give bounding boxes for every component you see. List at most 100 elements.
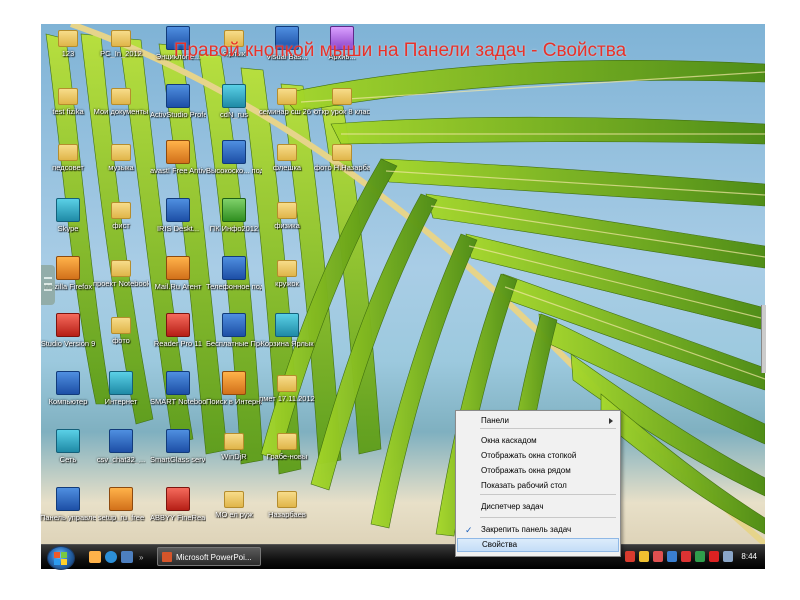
desktop-icon[interactable]: setup_ru_free (93, 487, 149, 522)
chevron-right-icon[interactable]: » (139, 553, 145, 562)
desktop-icon[interactable]: Бесплатные Программ... (206, 313, 262, 348)
desktop-icon[interactable]: МО ел руж (206, 487, 262, 519)
desktop-icon-label: проект Notebook (93, 279, 149, 288)
application-icon (222, 198, 246, 222)
desktop-icon-label: SmartGlass server (150, 455, 206, 464)
show-desktop-icon[interactable] (121, 551, 133, 563)
desktop-icon[interactable]: Назарбаев (259, 487, 315, 519)
desktop-icon[interactable]: Reader Pro 11 (150, 313, 206, 348)
windows-logo-icon (54, 559, 60, 565)
desktop-icon[interactable]: SMART Notebook 10 (150, 371, 206, 406)
desktop-icon[interactable]: фото Н.Назарба... (314, 140, 370, 172)
tray-icon[interactable] (709, 551, 719, 562)
desktop-icon[interactable]: пмет 17.11.2012 (259, 371, 315, 403)
desktop-icon-label: IRIS Deskt... (156, 224, 200, 233)
desktop-icon[interactable]: фото (93, 313, 149, 345)
folder-icon (332, 144, 352, 161)
desktop-icon[interactable]: avast! Free Antivirus (150, 140, 206, 175)
desktop-icon[interactable]: семинар сш 26 О ИВТ 20... (259, 84, 315, 116)
desktop-icon[interactable]: Компьютер (40, 371, 96, 406)
menu-item[interactable]: Диспетчер задач (457, 500, 619, 514)
desktop-icon[interactable]: test fizika (40, 84, 96, 116)
desktop-icon[interactable]: Корзина Ярлык (259, 313, 315, 348)
menu-item-label: Отображать окна рядом (481, 466, 571, 475)
taskbar-window-button[interactable]: Microsoft PowerPoi... (157, 547, 261, 566)
folder-icon (224, 433, 244, 450)
menu-item[interactable]: Окна каскадом (457, 434, 619, 448)
tray-icon[interactable] (667, 551, 677, 562)
desktop-icon-label: SMART Notebook 10 (150, 397, 206, 406)
menu-separator (480, 494, 616, 495)
ie-icon[interactable] (105, 551, 117, 563)
tray-icon[interactable] (653, 551, 663, 562)
clock[interactable]: 8:44 (741, 545, 757, 569)
desktop-icon-label: ABBYY FineReade... (150, 513, 206, 522)
quicklaunch-icon[interactable] (89, 551, 101, 563)
speaker-icon[interactable] (723, 551, 733, 562)
menu-item[interactable]: ✓ Закрепить панель задач (457, 523, 619, 537)
desktop-icon[interactable]: физика (259, 198, 315, 230)
sidebar-handle[interactable] (41, 265, 55, 305)
desktop-icon[interactable]: Грабе-новы (259, 429, 315, 461)
application-icon (222, 140, 246, 164)
desktop-icon-label: музыка (108, 163, 134, 172)
desktop-icon[interactable]: ActivStudio Professio... (150, 84, 206, 119)
menu-item-label: Отображать окна стопкой (481, 451, 577, 460)
menu-item[interactable]: Свойства (457, 538, 619, 552)
desktop-icon[interactable]: ПК Инфо2012 (206, 198, 262, 233)
desktop-icon-label: педсовет (52, 163, 84, 172)
desktop-icon[interactable]: музыка (93, 140, 149, 172)
desktop-icon[interactable]: Высокоско... подключе... (206, 140, 262, 175)
desktop-icon[interactable]: Интернет (93, 371, 149, 406)
desktop-icon-label: Телефонное подключе... (206, 282, 262, 291)
windows-logo-icon (54, 552, 60, 558)
desktop-icon-label: флешка (272, 163, 302, 172)
desktop-icon[interactable]: Studio Version 9 (40, 313, 96, 348)
desktop-icon[interactable]: Skype (40, 198, 96, 233)
desktop-icon[interactable]: откр урок 8 класс 201... (314, 84, 370, 116)
menu-separator (480, 517, 616, 518)
desktop-icon-label: фото Н.Назарба... (314, 163, 370, 172)
tray-icon[interactable] (639, 551, 649, 562)
desktop-icon[interactable]: csv_chat32_... (93, 429, 149, 464)
desktop-icon-label: ActivStudio Professio... (150, 110, 206, 119)
taskbar[interactable]: » Microsoft PowerPoi... 8:44 (41, 544, 765, 570)
desktop-icon-label: Mail.Ru Агент (154, 282, 202, 291)
desktop-icon-label: Reader Pro 11 (153, 339, 203, 348)
grip-line (44, 277, 52, 279)
desktop-icon[interactable]: проект Notebook (93, 256, 149, 288)
desktop-icon[interactable]: Телефонное подключе... (206, 256, 262, 291)
desktop-icon[interactable]: SmartGlass server (150, 429, 206, 464)
tray-icon[interactable] (681, 551, 691, 562)
desktop-icon[interactable]: Поиск в Интернете (206, 371, 262, 406)
menu-item-label: Панели (481, 416, 509, 425)
desktop-icon[interactable]: Панель управления (40, 487, 96, 522)
desktop-icon-label: Skype (57, 224, 79, 233)
desktop-icon[interactable]: ABBYY FineReade... (150, 487, 206, 522)
menu-item[interactable]: Панели (457, 414, 619, 428)
desktop-icon-label: кружок (275, 279, 299, 288)
desktop-icon-label: физика (274, 221, 300, 230)
desktop-icon[interactable]: Мои документы (93, 84, 149, 116)
tray-icon[interactable] (625, 551, 635, 562)
start-button[interactable] (47, 546, 75, 570)
menu-item[interactable]: Показать рабочий стол (457, 479, 619, 493)
desktop-icon[interactable]: cdN_rus (206, 84, 262, 119)
desktop-icon[interactable]: педсовет (40, 140, 96, 172)
desktop-icon[interactable]: флешка (259, 140, 315, 172)
folder-icon (277, 88, 297, 105)
menu-item[interactable]: Отображать окна рядом (457, 464, 619, 478)
right-edge-handle[interactable] (761, 305, 766, 373)
desktop-icon[interactable]: фист (93, 198, 149, 230)
desktop-icon[interactable]: кружок (259, 256, 315, 288)
desktop-icon[interactable]: Mail.Ru Агент (150, 256, 206, 291)
desktop-icon-label: семинар сш 26 О ИВТ 20... (259, 107, 315, 116)
tray-icon[interactable] (695, 551, 705, 562)
folder-icon (224, 491, 244, 508)
submenu-arrow-icon (609, 418, 613, 424)
menu-item[interactable]: Отображать окна стопкой (457, 449, 619, 463)
desktop-icon[interactable]: Сеть (40, 429, 96, 464)
desktop-icon[interactable]: WinDjR (206, 429, 262, 461)
powerpoint-icon (162, 552, 172, 562)
desktop-icon[interactable]: IRIS Deskt... (150, 198, 206, 233)
